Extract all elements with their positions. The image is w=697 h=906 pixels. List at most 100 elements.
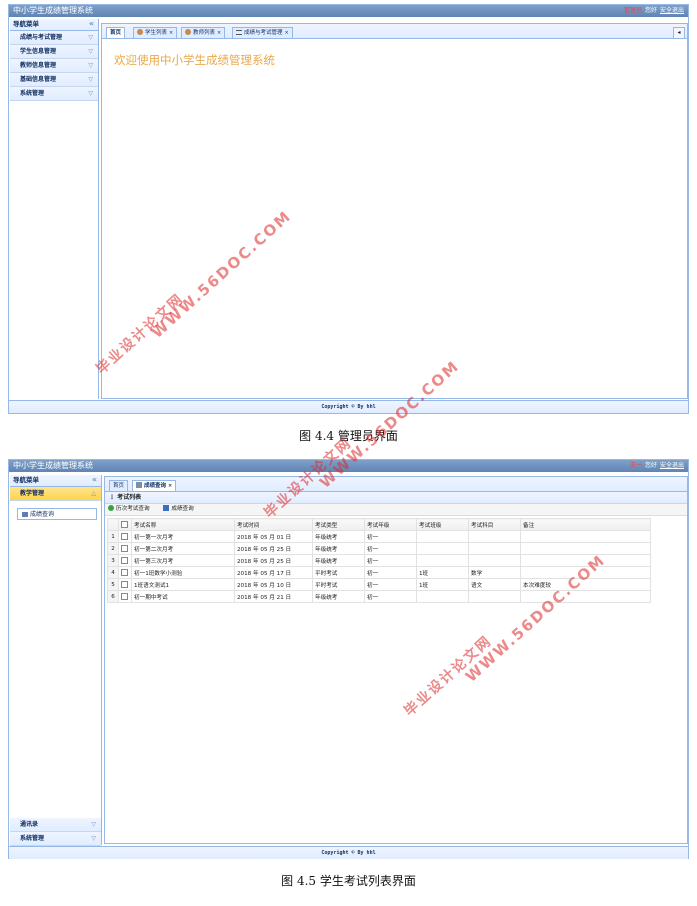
nav-item-label: 基础信息管理	[20, 76, 57, 83]
checkbox[interactable]	[121, 569, 128, 576]
col-class[interactable]: 考试班级	[416, 518, 469, 531]
logout-link[interactable]: 安全退出	[660, 7, 684, 14]
close-icon[interactable]: ×	[168, 483, 172, 489]
chevron-down-icon: ▽	[88, 34, 93, 41]
cell-time: 2018 年 05 月 01 日	[234, 530, 313, 543]
row-checkbox[interactable]	[118, 590, 132, 603]
cell-time: 2018 年 05 月 10 日	[234, 578, 313, 591]
chart-icon	[163, 505, 170, 511]
close-icon[interactable]: ×	[217, 30, 221, 36]
nav-item-label: 通讯录	[20, 821, 39, 828]
cell-grade: 初一	[364, 530, 417, 543]
score-query-button[interactable]: 成绩查询	[163, 505, 199, 512]
cell-subject	[468, 590, 521, 603]
select-all-checkbox[interactable]	[118, 518, 132, 531]
nav-header: 导航菜单 «	[10, 19, 98, 31]
user-name: 王一	[629, 462, 642, 469]
collapse-icon[interactable]: «	[89, 19, 94, 29]
cell-subject	[468, 530, 521, 543]
tab-label: 成绩与考试管理	[244, 30, 283, 36]
row-number: 2	[107, 542, 119, 555]
tab-label: 首页	[110, 30, 122, 36]
cell-grade: 初一	[364, 542, 417, 555]
col-subject[interactable]: 考试科目	[468, 518, 521, 531]
nav-item-score-exam[interactable]: 成绩与考试管理 ▽	[10, 31, 98, 45]
col-grade[interactable]: 考试年级	[364, 518, 417, 531]
table-row[interactable]: 1 初一第一次月考 2018 年 05 月 01 日年级统考 初一	[107, 530, 651, 543]
col-note[interactable]: 备注	[520, 518, 651, 531]
cell-time: 2018 年 05 月 25 日	[234, 542, 313, 555]
nav-item-student-info[interactable]: 学生信息管理 ▽	[10, 45, 98, 59]
nav-item-teacher-info[interactable]: 教师信息管理 ▽	[10, 59, 98, 73]
tab-score-exam[interactable]: 成绩与考试管理 ×	[232, 27, 293, 38]
col-name[interactable]: 考试名称	[131, 518, 235, 531]
row-number: 6	[107, 590, 119, 603]
close-icon[interactable]: ×	[169, 30, 173, 36]
cell-grade: 初一	[364, 590, 417, 603]
chevron-down-icon: ▽	[91, 835, 96, 842]
nav-item-system[interactable]: 系统管理 ▽	[10, 832, 101, 846]
cell-subject	[468, 554, 521, 567]
cell-subject: 数学	[468, 566, 521, 579]
toolbar: 历次考试查询 成绩查询	[105, 504, 687, 516]
checkbox[interactable]	[121, 557, 128, 564]
row-checkbox[interactable]	[118, 542, 132, 555]
tab-bar: 首页 学生列表 × 教师列表 × 成绩与考试管理 × ◂	[102, 24, 687, 39]
main-panel: 首页 成绩查询 × ⋮ 考试列表 历次考试查询 成绩查询 考试名称 考试时间 考试…	[104, 476, 688, 844]
chevron-down-icon: ▽	[88, 76, 93, 83]
cell-type: 平时考试	[312, 566, 365, 579]
checkbox[interactable]	[121, 581, 128, 588]
row-checkbox[interactable]	[118, 566, 132, 579]
cell-name: 初一1班数学小测验	[131, 566, 235, 579]
printer-icon	[136, 482, 142, 488]
cell-time: 2018 年 05 月 25 日	[234, 554, 313, 567]
sub-item-score-query[interactable]: 成绩查询	[17, 508, 97, 520]
nav-sidebar: 导航菜单 « 成绩与考试管理 ▽ 学生信息管理 ▽ 教师信息管理 ▽ 基础信息管理 ▽ …	[10, 19, 99, 399]
table-row[interactable]: 3 初一第三次月考 2018 年 05 月 25 日年级统考 初一	[107, 554, 651, 567]
cell-time: 2018 年 05 月 21 日	[234, 590, 313, 603]
nav-title: 导航菜单	[13, 476, 39, 484]
nav-item-basic-info[interactable]: 基础信息管理 ▽	[10, 73, 98, 87]
row-checkbox[interactable]	[118, 578, 132, 591]
logout-link[interactable]: 安全退出	[660, 462, 684, 469]
tab-score-query[interactable]: 成绩查询 ×	[132, 480, 177, 491]
collapse-icon[interactable]: «	[92, 475, 97, 485]
table-row[interactable]: 2 初一第二次月考 2018 年 05 月 25 日年级统考 初一	[107, 542, 651, 555]
cell-subject: 语文	[468, 578, 521, 591]
user-icon	[185, 29, 191, 35]
nav-item-label: 教学管理	[20, 490, 45, 497]
checkbox[interactable]	[121, 521, 128, 528]
cell-name: 初一期中考试	[131, 590, 235, 603]
checkbox[interactable]	[121, 593, 128, 600]
user-icon	[137, 29, 143, 35]
nav-item-contacts[interactable]: 通讯录 ▽	[10, 818, 101, 832]
tab-scroll-left-icon[interactable]: ◂	[673, 27, 685, 39]
table-header-row: 考试名称 考试时间 考试类型 考试年级 考试班级 考试科目 备注	[107, 518, 651, 531]
checkbox[interactable]	[121, 545, 128, 552]
history-exam-button[interactable]: 历次考试查询	[108, 505, 156, 512]
tab-label: 首页	[113, 483, 125, 489]
tab-home[interactable]: 首页	[109, 480, 129, 491]
nav-item-teaching[interactable]: 教学管理 △	[10, 487, 101, 501]
tab-home[interactable]: 首页	[106, 27, 126, 38]
tab-teacher-list[interactable]: 教师列表 ×	[181, 27, 226, 38]
button-label: 成绩查询	[171, 506, 194, 512]
user-area: 王一 您好 安全退出	[627, 460, 684, 472]
main-panel: 首页 学生列表 × 教师列表 × 成绩与考试管理 × ◂ 欢迎使用中小学生成绩管理系统	[101, 23, 688, 399]
row-number: 4	[107, 566, 119, 579]
row-checkbox[interactable]	[118, 554, 132, 567]
cell-grade: 初一	[364, 554, 417, 567]
tab-label: 教师列表	[193, 30, 216, 36]
checkbox[interactable]	[121, 533, 128, 540]
row-checkbox[interactable]	[118, 530, 132, 543]
add-icon	[108, 505, 114, 511]
close-icon[interactable]: ×	[285, 30, 289, 36]
cell-grade: 初一	[364, 566, 417, 579]
tab-student-list[interactable]: 学生列表 ×	[133, 27, 178, 38]
chevron-down-icon: ▽	[88, 90, 93, 97]
col-type[interactable]: 考试类型	[312, 518, 365, 531]
cell-name: 1班语文测试1	[131, 578, 235, 591]
nav-item-system[interactable]: 系统管理 ▽	[10, 87, 98, 101]
footer: Copyright © By hhl	[9, 400, 688, 413]
cell-name: 初一第一次月考	[131, 530, 235, 543]
